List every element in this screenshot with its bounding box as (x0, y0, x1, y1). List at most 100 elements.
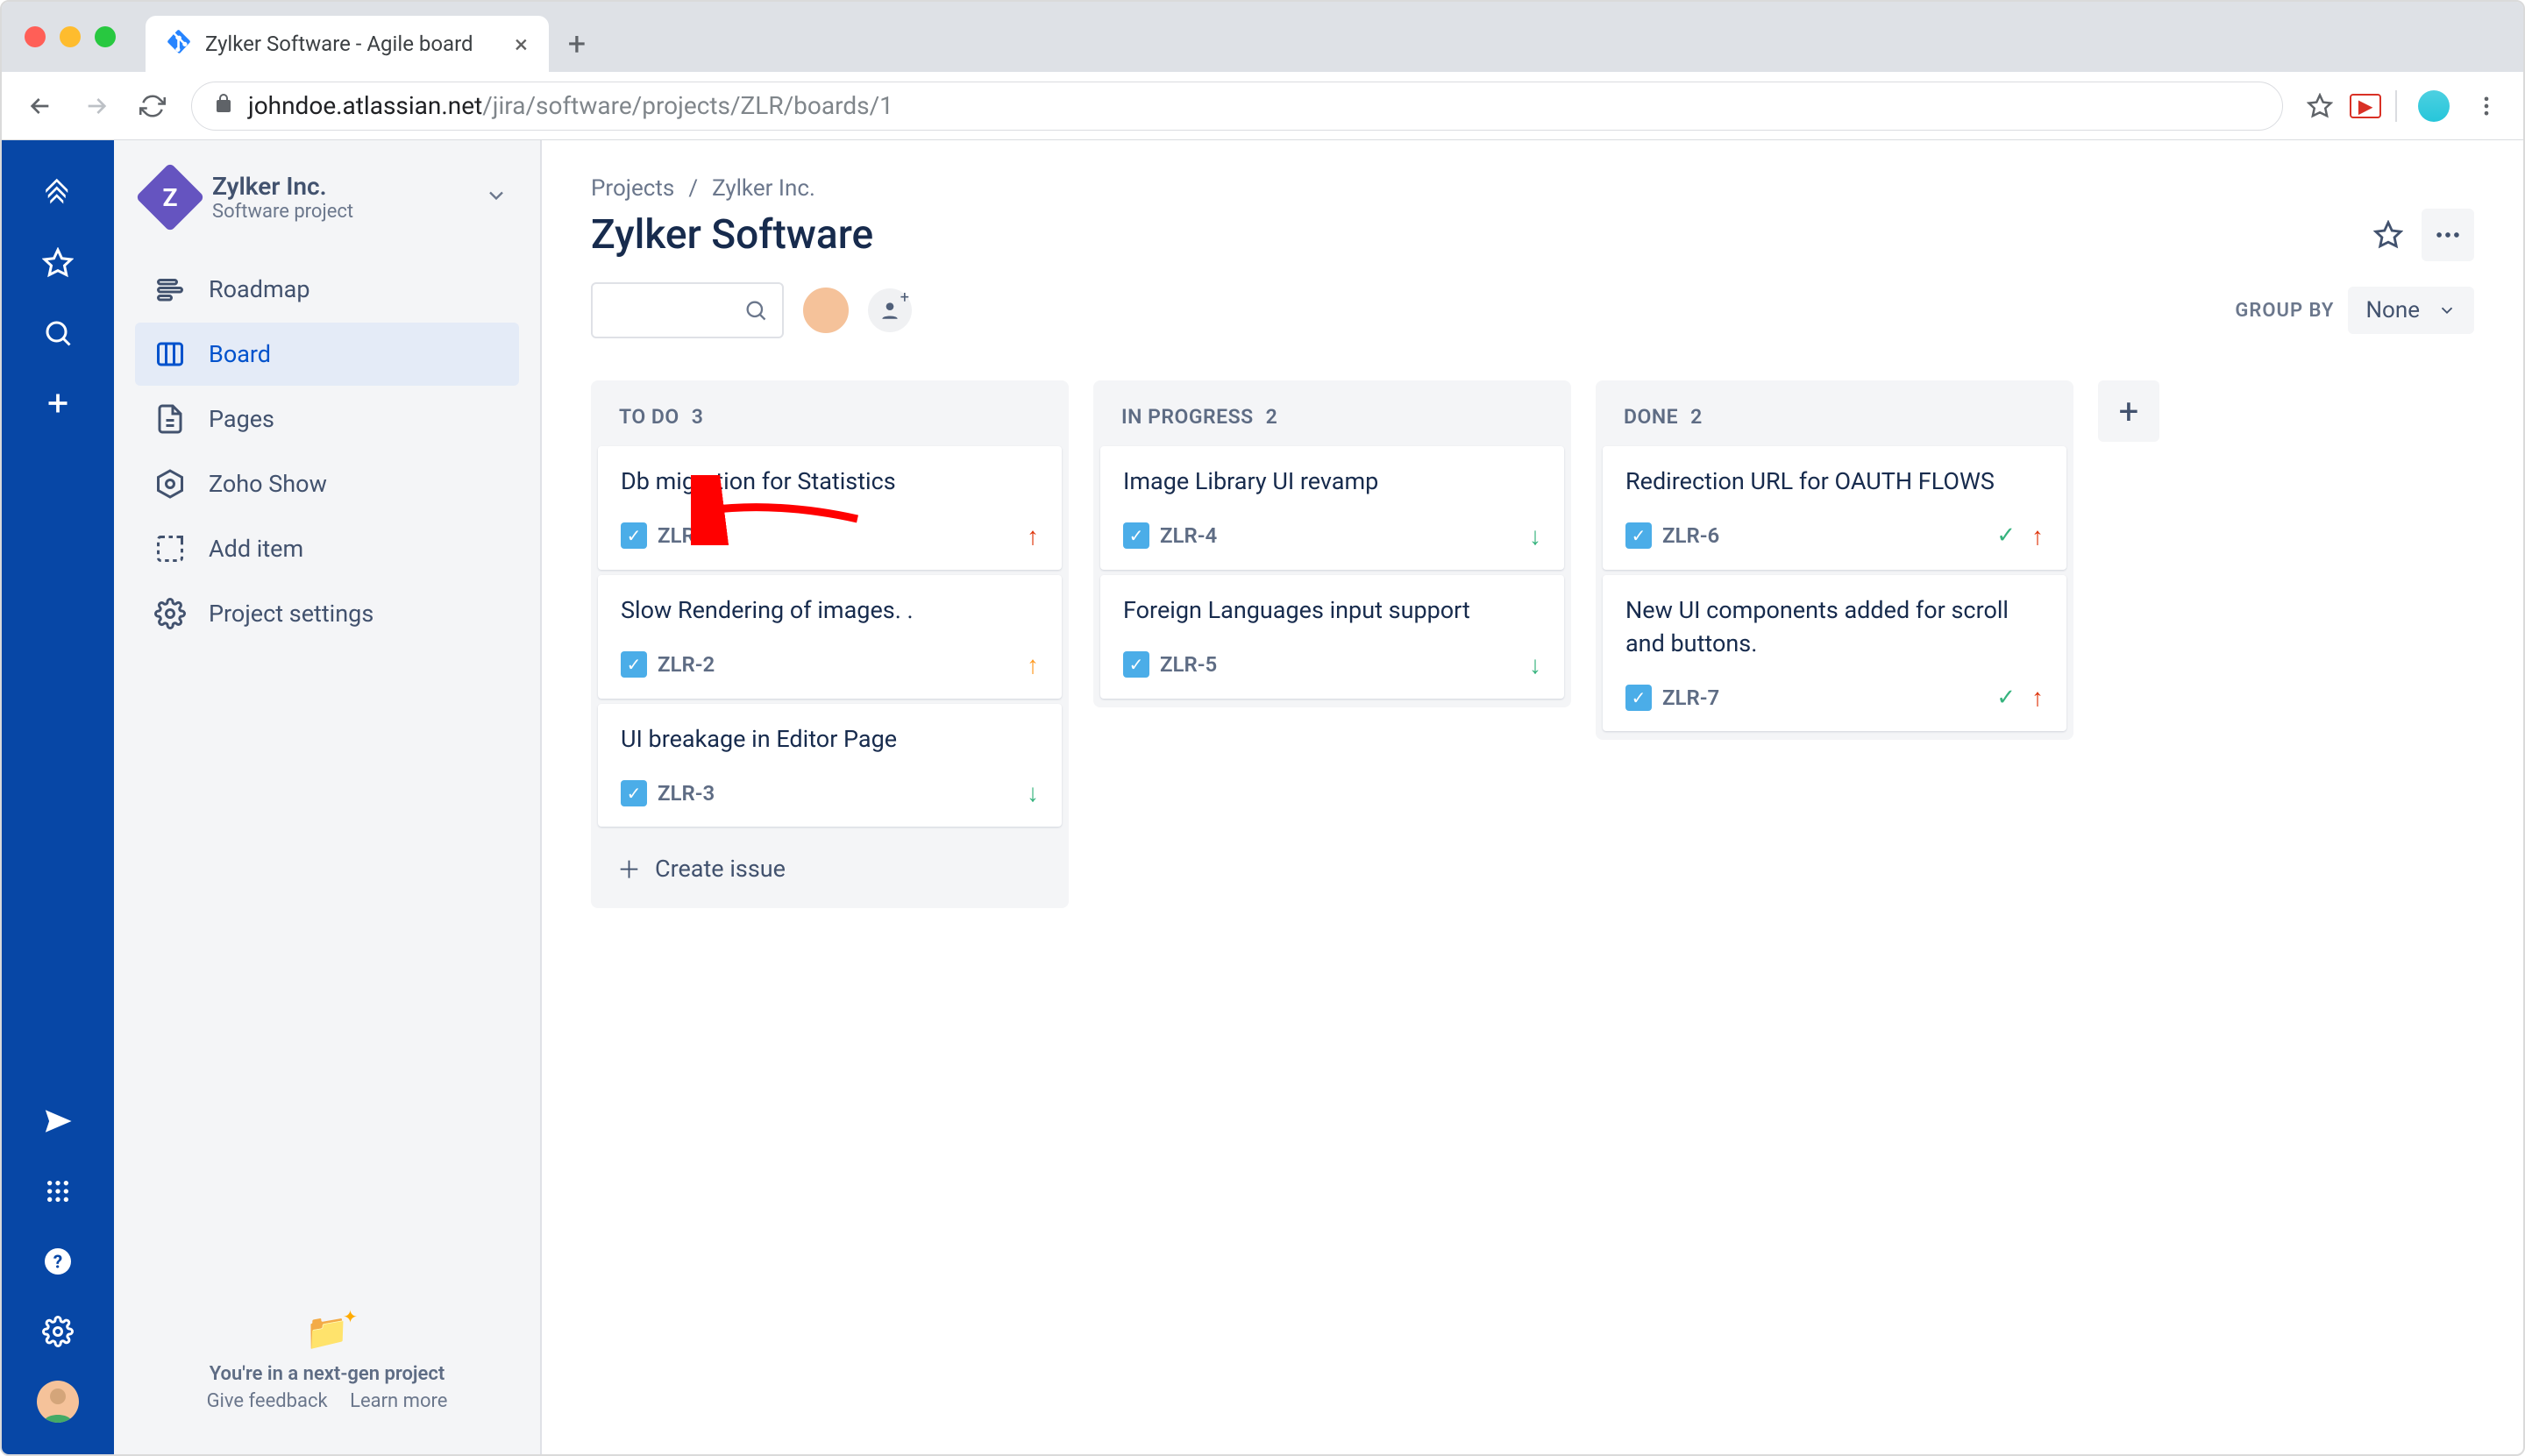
help-nav-icon[interactable]: ? (26, 1230, 89, 1293)
project-name: Zylker Inc. (212, 172, 466, 201)
groupby-label: GROUP BY (2235, 300, 2334, 322)
issue-card[interactable]: Foreign Languages input support✓ZLR-5↓ (1100, 575, 1564, 699)
issue-title: Image Library UI revamp (1123, 465, 1541, 499)
window-controls (19, 2, 124, 72)
more-actions-button[interactable] (2422, 209, 2474, 261)
sidebar-item-project-settings[interactable]: Project settings (135, 582, 519, 645)
folder-icon: 📁 (305, 1311, 349, 1353)
new-tab-button[interactable]: + (549, 16, 605, 72)
profile-avatar[interactable] (2411, 83, 2457, 129)
issue-key: ZLR-4 (1160, 523, 1217, 548)
issue-type-icon: ✓ (621, 522, 647, 549)
priority-icon: ↓ (1529, 522, 1541, 550)
notification-nav-icon[interactable] (26, 1090, 89, 1153)
add-column-button[interactable]: + (2098, 380, 2159, 442)
issue-key: ZLR-2 (658, 652, 715, 677)
user-avatar[interactable] (26, 1370, 89, 1433)
plus-icon: ＋ (617, 851, 641, 885)
issue-key: ZLR-3 (658, 781, 715, 806)
issue-card[interactable]: UI breakage in Editor Page✓ZLR-3↓ (598, 704, 1062, 827)
tab-title: Zylker Software - Agile board (205, 32, 473, 56)
issue-card[interactable]: Db migration for Statistics✓ZLR-1↑ (598, 446, 1062, 570)
create-nav-icon[interactable] (26, 372, 89, 435)
issue-type-icon: ✓ (1625, 685, 1652, 711)
crumb-projects[interactable]: Projects (591, 175, 674, 202)
roadmap-icon (153, 272, 188, 307)
assignee-avatar[interactable] (801, 286, 850, 335)
pages-icon (153, 401, 188, 437)
column-header: IN PROGRESS2 (1097, 380, 1568, 446)
back-button[interactable] (16, 82, 65, 131)
issue-title: Db migration for Statistics (621, 465, 1039, 499)
url-field[interactable]: johndoe.atlassian.net/jira/software/proj… (191, 82, 2283, 131)
settings-icon (153, 596, 188, 631)
column-to-do: TO DO3Db migration for Statistics✓ZLR-1↑… (591, 380, 1069, 908)
done-check-icon: ✓ (1996, 685, 2016, 711)
project-header[interactable]: Z Zylker Inc. Software project (135, 168, 519, 244)
column-header: TO DO3 (594, 380, 1065, 446)
main-content: Projects / Zylker Inc. Zylker Software G… (542, 140, 2523, 1454)
priority-icon: ↑ (2031, 522, 2044, 550)
sidebar-item-label: Project settings (209, 600, 373, 628)
breadcrumb: Projects / Zylker Inc. (591, 175, 2474, 202)
sidebar-item-label: Board (209, 340, 271, 368)
issue-title: New UI components added for scroll and b… (1625, 594, 2044, 661)
issue-card[interactable]: New UI components added for scroll and b… (1603, 575, 2066, 732)
star-page-button[interactable] (2362, 209, 2415, 261)
search-icon (743, 298, 768, 323)
project-sidebar: Z Zylker Inc. Software project Roadmap Bo… (114, 140, 542, 1454)
sidebar-item-zoho-show[interactable]: Zoho Show (135, 452, 519, 515)
zoho-icon (153, 466, 188, 501)
issue-card[interactable]: Slow Rendering of images. .✓ZLR-2↑ (598, 575, 1062, 699)
groupby-select[interactable]: None (2348, 287, 2474, 334)
search-input[interactable] (591, 282, 784, 338)
sidebar-item-board[interactable]: Board (135, 323, 519, 386)
add-icon (153, 531, 188, 566)
jira-home-icon[interactable] (26, 161, 89, 224)
settings-nav-icon[interactable] (26, 1300, 89, 1363)
jira-favicon-icon (167, 29, 191, 59)
minimize-window[interactable] (60, 26, 81, 47)
forward-button[interactable] (72, 82, 121, 131)
browser-menu-icon[interactable] (2464, 83, 2509, 129)
priority-icon: ↑ (1027, 522, 1039, 550)
maximize-window[interactable] (95, 26, 116, 47)
chevron-down-icon[interactable] (484, 183, 509, 211)
issue-title: Redirection URL for OAUTH FLOWS (1625, 465, 2044, 499)
star-nav-icon[interactable] (26, 231, 89, 295)
issue-title: UI breakage in Editor Page (621, 723, 1039, 756)
priority-icon: ↑ (2031, 683, 2044, 712)
sidebar-item-add-item[interactable]: Add item (135, 517, 519, 580)
give-feedback-link[interactable]: Give feedback (207, 1390, 328, 1412)
issue-type-icon: ✓ (1123, 651, 1149, 678)
close-window[interactable] (25, 26, 46, 47)
sidebar-footer: 📁 You're in a next-gen project Give feed… (135, 1297, 519, 1426)
footer-line: You're in a next-gen project (135, 1363, 519, 1385)
add-assignee-button[interactable] (868, 288, 912, 332)
crumb-current[interactable]: Zylker Inc. (712, 175, 815, 202)
create-issue-button[interactable]: ＋Create issue (594, 832, 1065, 905)
browser-address-bar: johndoe.atlassian.net/jira/software/proj… (2, 72, 2523, 140)
search-nav-icon[interactable] (26, 302, 89, 365)
star-icon[interactable] (2297, 83, 2343, 129)
column-header: DONE2 (1599, 380, 2070, 446)
issue-card[interactable]: Image Library UI revamp✓ZLR-4↓ (1100, 446, 1564, 570)
issue-key: ZLR-5 (1160, 652, 1217, 677)
learn-more-link[interactable]: Learn more (350, 1390, 447, 1412)
done-check-icon: ✓ (1996, 522, 2016, 549)
browser-tabbar: Zylker Software - Agile board × + (2, 2, 2523, 72)
sidebar-item-label: Pages (209, 405, 274, 433)
issue-card[interactable]: Redirection URL for OAUTH FLOWS✓ZLR-6✓↑ (1603, 446, 2066, 570)
extension-icon[interactable]: ▶ (2350, 94, 2381, 118)
sidebar-item-pages[interactable]: Pages (135, 387, 519, 451)
priority-icon: ↑ (1027, 650, 1039, 679)
sidebar-item-label: Zoho Show (209, 470, 327, 498)
board-icon (153, 337, 188, 372)
sidebar-item-roadmap[interactable]: Roadmap (135, 258, 519, 321)
project-icon: Z (135, 162, 204, 231)
issue-type-icon: ✓ (621, 780, 647, 806)
reload-button[interactable] (128, 82, 177, 131)
browser-tab[interactable]: Zylker Software - Agile board × (146, 16, 549, 72)
appswitcher-nav-icon[interactable] (26, 1160, 89, 1223)
close-tab-icon[interactable]: × (515, 30, 528, 59)
